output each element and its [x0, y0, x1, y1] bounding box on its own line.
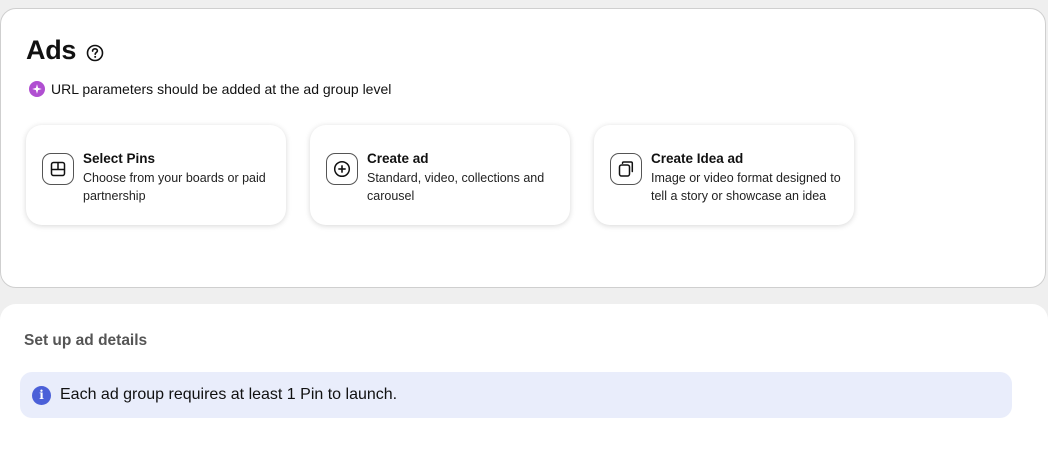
- pin-requirement-banner: i Each ad group requires at least 1 Pin …: [20, 372, 1012, 418]
- sparkle-badge-icon: [29, 81, 45, 97]
- help-circle-icon[interactable]: [86, 44, 104, 62]
- ads-section: Ads URL parameters should be added at th…: [0, 8, 1046, 288]
- create-idea-ad-option[interactable]: Create Idea ad Image or video format des…: [594, 125, 854, 225]
- url-parameters-notice: URL parameters should be added at the ad…: [29, 81, 391, 97]
- option-title: Create Idea ad: [651, 151, 744, 166]
- select-pins-icon: [42, 153, 74, 185]
- option-title: Create ad: [367, 151, 429, 166]
- create-ad-option[interactable]: Create ad Standard, video, collections a…: [310, 125, 570, 225]
- idea-pin-icon: [610, 153, 642, 185]
- option-description: Choose from your boards or paid partners…: [83, 171, 266, 203]
- section-title: Set up ad details: [24, 332, 148, 349]
- banner-text: Each ad group requires at least 1 Pin to…: [60, 386, 398, 403]
- option-description: Standard, video, collections and carouse…: [367, 171, 545, 203]
- ads-header: Ads: [26, 35, 104, 66]
- plus-circle-icon: [326, 153, 358, 185]
- select-pins-option[interactable]: Select Pins Choose from your boards or p…: [26, 125, 286, 225]
- page: Ads URL parameters should be added at th…: [0, 0, 1048, 454]
- option-title: Select Pins: [83, 151, 156, 166]
- page-title: Ads: [26, 35, 77, 65]
- info-icon: i: [32, 385, 51, 405]
- ad-details-section: Set up ad details i Each ad group requir…: [0, 304, 1048, 454]
- option-description: Image or video format designed to tell a…: [651, 171, 841, 203]
- notice-text: URL parameters should be added at the ad…: [51, 81, 392, 97]
